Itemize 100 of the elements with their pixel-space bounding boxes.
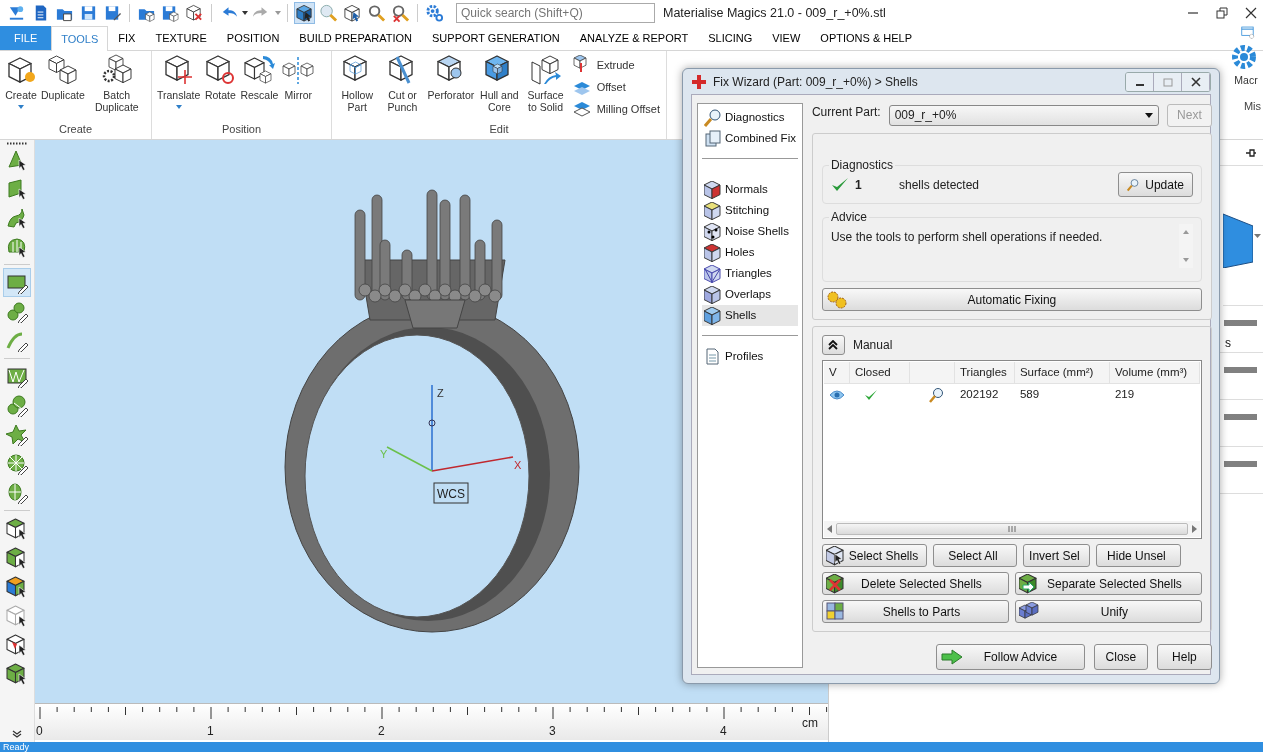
magnifier-icon[interactable] [927, 387, 944, 403]
column-header[interactable]: Triangles [954, 362, 1015, 383]
action-button[interactable]: Unify [1014, 600, 1202, 623]
app-logo-icon[interactable] [7, 3, 26, 23]
table-cell-text: 589 [1018, 387, 1041, 403]
ribbon-button[interactable]: Offset [569, 76, 662, 98]
ribbon-button[interactable]: Rescale [239, 54, 280, 121]
ribbon-tab[interactable]: FIX [108, 26, 146, 50]
ribbon-button[interactable]: Hull and Core [477, 54, 522, 121]
ribbon-tab[interactable]: TOOLS [51, 26, 109, 51]
ribbon-button[interactable]: Macr [1231, 39, 1261, 86]
pin-icon[interactable] [1245, 148, 1257, 157]
nav-item[interactable]: Triangles [702, 263, 798, 284]
delete-cube-icon[interactable] [185, 3, 204, 23]
column-header[interactable]: Volume (mm³) [1109, 362, 1200, 383]
search-field[interactable]: Quick search (Shift+Q) [456, 3, 655, 23]
ribbon-button[interactable]: Create [4, 54, 38, 121]
field-label: Current Part: [811, 104, 881, 121]
action-button[interactable]: Select All [932, 544, 1017, 567]
grip-handle[interactable] [1224, 367, 1257, 373]
ribbon-button[interactable]: Rotate [203, 54, 238, 121]
zoom-reset-icon[interactable] [391, 3, 410, 23]
nav-item[interactable]: Combined Fix [702, 128, 798, 149]
column-header[interactable]: Surface (mm²) [1014, 362, 1110, 383]
caret-icon[interactable] [242, 11, 248, 15]
nav-item[interactable]: Noise Shells [702, 221, 798, 242]
ribbon-button[interactable]: Extrude [569, 54, 662, 76]
cubes-arrow-icon [243, 54, 276, 86]
action-button[interactable]: Shells to Parts [821, 600, 1009, 623]
nav-item[interactable]: Diagnostics [702, 107, 798, 128]
save-as-icon[interactable] [103, 3, 122, 23]
ribbon-button[interactable]: Milling Offset [569, 98, 662, 120]
update-button[interactable]: Update [1117, 172, 1193, 197]
cube-pointer-icon[interactable] [295, 3, 314, 23]
automatic-fixing-button[interactable]: Automatic Fixing [821, 288, 1202, 311]
ribbon-button[interactable]: Hollow Part [336, 54, 379, 121]
blob-pen-icon [6, 300, 28, 323]
wheel-pen-icon [6, 452, 28, 475]
zoom-icon[interactable] [367, 3, 386, 23]
cube-icon [704, 201, 722, 220]
cube-arrow-icon [1018, 574, 1039, 594]
action-button[interactable]: Select Shells [821, 544, 927, 567]
ribbon-button[interactable]: Duplicate [40, 54, 86, 121]
cubes-grid-icon [825, 602, 846, 622]
eye-icon[interactable] [828, 390, 845, 400]
ribbon-tab[interactable]: OPTIONS & HELP [810, 26, 923, 50]
grip-handle[interactable] [1224, 461, 1257, 467]
grip-handle[interactable] [1224, 320, 1257, 326]
caret-icon [1144, 112, 1153, 118]
action-button[interactable]: Delete Selected Shells [821, 572, 1009, 595]
save-cube-icon[interactable] [161, 3, 180, 23]
footer-button[interactable]: Follow Advice [935, 644, 1085, 670]
footer-button[interactable]: Help [1156, 644, 1212, 670]
ribbon-tab[interactable]: TEXTURE [145, 26, 217, 50]
ribbon-tab[interactable]: ANALYZE & REPORT [569, 26, 699, 50]
ribbon-tab[interactable]: VIEW [762, 26, 811, 50]
save-icon[interactable] [79, 3, 98, 23]
grip-handle-icon[interactable] [6, 142, 28, 145]
cube-pointer-icon [6, 546, 28, 569]
close-icon[interactable] [1245, 7, 1257, 19]
tool-button[interactable] [3, 268, 31, 297]
close-icon[interactable] [1188, 76, 1203, 87]
grip-lines-icon [1007, 526, 1016, 532]
settings-icon[interactable] [425, 3, 444, 23]
ribbon-button[interactable]: Perforator [426, 54, 476, 121]
ribbon-button[interactable]: Batch Duplicate [87, 54, 146, 121]
ribbon-button[interactable]: Translate [156, 54, 202, 121]
action-button[interactable]: Hide Unsel [1095, 544, 1181, 567]
part-dropdown[interactable]: 009_r_+0% [888, 104, 1159, 126]
ribbon-button[interactable]: Cut or Punch [380, 54, 425, 121]
ribbon-tab[interactable]: POSITION [216, 26, 290, 50]
nav-item[interactable]: Shells [702, 305, 798, 326]
ribbon-tab[interactable]: SUPPORT GENERATION [422, 26, 570, 50]
collapse-toggle-button[interactable] [821, 335, 845, 355]
restore-icon[interactable] [1216, 7, 1228, 19]
nav-item[interactable]: Stitching [702, 200, 798, 221]
nav-item[interactable]: Overlaps [702, 284, 798, 305]
blob-pen-icon [6, 394, 28, 417]
nav-item[interactable]: Profiles [702, 346, 798, 367]
cube-pointer-icon [6, 662, 28, 685]
ribbon-tab[interactable]: SLICING [698, 26, 763, 50]
column-header[interactable]: V [823, 362, 850, 383]
chevron-icon[interactable] [12, 730, 22, 738]
zigzag-pen-icon [6, 365, 28, 388]
nav-item[interactable]: Holes [702, 242, 798, 263]
cube-pointer-icon[interactable] [343, 3, 362, 23]
ribbon-tab[interactable]: BUILD PREPARATION [289, 26, 423, 50]
action-button[interactable]: Invert Sel [1022, 544, 1090, 567]
action-button[interactable]: Separate Selected Shells [1014, 572, 1202, 595]
footer-button[interactable]: Close [1093, 644, 1148, 670]
ruler-label: 1 [207, 723, 214, 740]
column-header[interactable]: Closed [849, 362, 910, 383]
stacked-pages-icon [704, 129, 722, 148]
ribbon-button[interactable]: Mirror [281, 54, 316, 121]
grip-handle[interactable] [1224, 414, 1257, 420]
nav-item[interactable]: Normals [702, 179, 798, 200]
horizontal-scrollbar[interactable] [823, 521, 1200, 537]
y-axis [386, 446, 433, 472]
ribbon-button[interactable]: Surface to Solid [523, 54, 568, 121]
table-cell-text: 202192 [958, 387, 1000, 403]
